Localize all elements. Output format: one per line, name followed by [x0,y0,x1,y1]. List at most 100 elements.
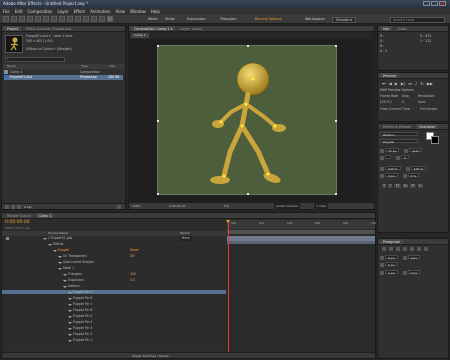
quality-select[interactable]: Full [224,203,229,210]
column-size[interactable]: Size [109,64,115,69]
loop-icon[interactable]: ↻ [420,81,423,86]
puppet-figure[interactable] [158,46,336,194]
clone-tool-icon[interactable] [83,16,89,22]
column-type[interactable]: Type [81,64,88,69]
property-row[interactable]: Deform [2,284,226,289]
expand-triangle-icon[interactable] [43,237,47,240]
property-row[interactable]: Expansion 3.0 [2,278,226,283]
new-folder-icon[interactable] [11,205,15,209]
tab-effects-presets[interactable]: Effects & Presets [380,124,414,129]
font-size-field[interactable]: 72 px [385,148,400,153]
effects-track-bar[interactable] [227,241,375,244]
justify-center-icon[interactable] [410,247,414,251]
expand-triangle-icon[interactable] [68,327,72,330]
all-caps-button[interactable]: TT [394,184,401,188]
work-area-bar[interactable] [227,230,375,234]
property-row[interactable]: Puppet Pin 2 [2,332,226,337]
current-time-indicator[interactable] [228,220,229,352]
tracking-field[interactable]: 0 [401,155,409,160]
indent-first-line-field[interactable]: 0 px [385,262,398,267]
small-caps-button[interactable]: Tt [402,184,409,188]
property-value[interactable]: 3.0 [130,278,135,283]
kerning-field[interactable] [385,155,391,159]
property-row[interactable]: Puppet Pin 7 [2,302,226,307]
selection-tool-icon[interactable] [3,16,9,22]
property-row[interactable]: Puppet Pin 5 [2,314,226,319]
resolution-select[interactable]: Auto [418,100,446,105]
property-row[interactable]: Puppet Pin 4 [2,320,226,325]
align-center-icon[interactable] [389,247,393,251]
project-item-psd[interactable]: Puppet01.psd Photoshop 289 KB [4,75,123,80]
expand-triangle-icon[interactable] [68,315,72,318]
align-right-icon[interactable] [396,247,400,251]
skip-select[interactable]: 0 [402,100,414,105]
puppet-pin-tool-icon[interactable] [107,16,113,22]
space-before-field[interactable]: 0 px [385,270,398,275]
font-style-select[interactable]: Regular [380,139,418,144]
pen-tool-icon[interactable] [59,16,65,22]
tab-audio[interactable]: Audio [394,26,409,31]
property-row[interactable]: On Transparent Off [2,254,226,259]
superscript-button[interactable]: T¹ [410,184,416,188]
no-color-icon[interactable]: ⟋ [441,133,444,138]
justify-all-icon[interactable] [424,247,428,251]
playhead-icon[interactable] [226,220,230,223]
track-area[interactable] [227,236,375,352]
property-value[interactable]: Off [130,254,135,259]
timeline-timecode[interactable]: 0:00:00:00 [5,220,30,225]
tab-effect-controls[interactable]: Effect Controls: Puppet.psd [23,26,74,31]
menu-help[interactable]: Help [151,8,160,15]
new-composition-icon[interactable] [17,205,21,209]
tab-preview[interactable]: Preview [380,73,399,78]
faux-bold-button[interactable]: T [382,184,387,188]
time-ruler[interactable]: 00s 02s 04s 06s 08s 10s [227,220,376,229]
expand-triangle-icon[interactable] [58,255,62,258]
expand-triangle-icon[interactable] [58,267,62,270]
menu-effect[interactable]: Effect [74,8,86,15]
audio-icon[interactable]: ♪ [415,81,418,86]
tab-composition[interactable]: Composition: Comp 1 ▾ [131,26,176,31]
next-frame-icon[interactable]: ▶| [401,81,405,86]
record-options-button[interactable]: Record Options [255,17,282,21]
expand-triangle-icon[interactable] [68,303,72,306]
indent-right-field[interactable]: 0 px [407,255,421,260]
tab-info[interactable]: Info [380,26,393,31]
pan-behind-tool-icon[interactable] [43,16,49,22]
expand-triangle-icon[interactable] [68,309,72,312]
column-name[interactable]: Name [7,64,16,69]
tab-paragraph[interactable]: Paragraph [380,239,403,244]
subscript-button[interactable]: T₁ [417,184,424,188]
menu-view[interactable]: View [116,8,126,15]
menu-composition[interactable]: Composition [27,8,52,15]
tsume-field[interactable]: 0 % [407,173,420,178]
zoom-tool-icon[interactable] [19,16,25,22]
comp-breadcrumb[interactable]: Comp 1 [131,33,149,38]
property-row[interactable]: Triangles 350 [2,272,226,277]
workspace-select[interactable]: Standard [332,17,356,23]
tab-comp-1[interactable]: Comp 1 [35,213,55,218]
brush-tool-icon[interactable] [75,16,81,22]
property-row[interactable]: Puppet Pin 9 [2,290,226,295]
first-frame-icon[interactable]: ⏮ [382,81,386,86]
zoom-select[interactable]: 100% [132,203,141,210]
property-row[interactable]: Puppet Pin 3 [2,326,226,331]
rotate-tool-icon[interactable] [27,16,33,22]
camera-tool-icon[interactable] [35,16,41,22]
maximize-button[interactable] [431,1,438,6]
property-row[interactable]: Mesh 1 [2,266,226,271]
prev-frame-icon[interactable]: ◀ [389,81,392,86]
bit-depth-button[interactable]: 8 bpc [24,205,32,209]
full-screen-checkbox[interactable]: Full Screen [420,107,446,112]
minimize-button[interactable] [423,1,430,6]
frame-rate-select[interactable]: (29.97) [380,100,402,105]
expand-triangle-icon[interactable] [48,243,52,246]
menu-animation[interactable]: Animation [90,8,110,15]
comp-timecode[interactable]: 0:00:00:00 [169,203,185,210]
parent-select[interactable]: None [180,236,193,241]
expand-triangle-icon[interactable] [63,279,67,282]
mask-tool-icon[interactable] [51,16,57,22]
faux-italic-button[interactable]: T [388,184,393,188]
search-help-input[interactable]: Search Help [390,17,445,23]
horizontal-scale-field[interactable]: 100 % [410,166,427,171]
property-row[interactable]: Auto-traced Shapes [2,260,226,265]
